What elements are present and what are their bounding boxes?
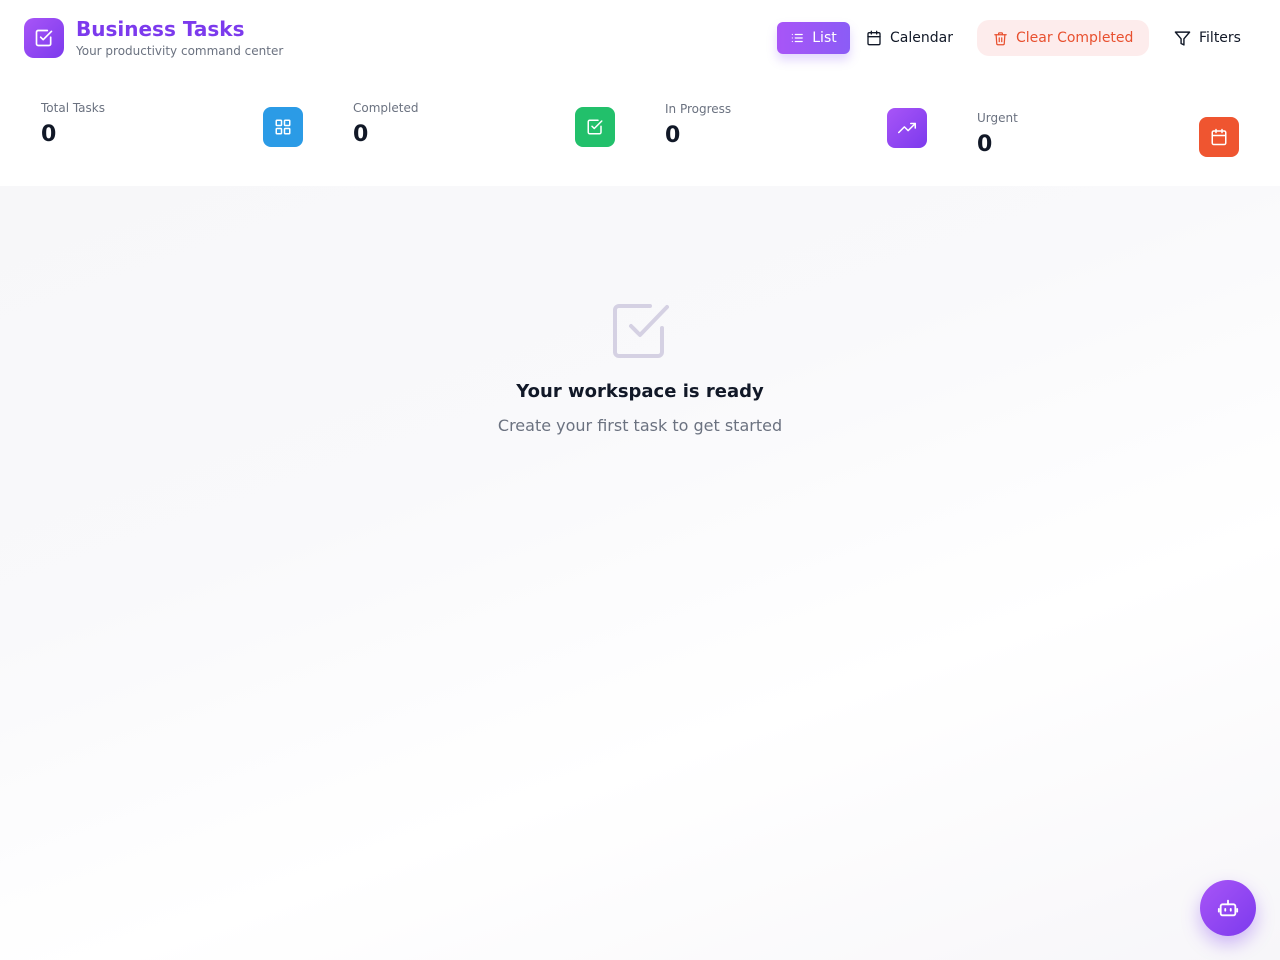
stat-label: Urgent [977, 111, 1018, 125]
stat-label: Total Tasks [41, 101, 105, 115]
stat-value: 0 [977, 132, 993, 157]
check-square-icon [35, 29, 53, 47]
app-title: Business Tasks [76, 17, 245, 41]
trending-up-icon [898, 122, 916, 134]
top-bar: Business Tasks Your productivity command… [0, 0, 1280, 186]
clear-completed-label: Clear Completed [1016, 30, 1134, 46]
stat-value: 0 [41, 122, 57, 147]
empty-state-subtitle: Create your first task to get started [497, 416, 783, 435]
filter-icon [1174, 30, 1191, 46]
filters-label: Filters [1199, 30, 1241, 46]
trash-icon [994, 31, 1007, 45]
check-square-icon [587, 119, 603, 135]
check-square-icon [613, 304, 669, 358]
stat-icon-badge [1199, 117, 1239, 157]
calendar-view-button[interactable]: Calendar [866, 22, 953, 54]
clear-completed-button[interactable]: Clear Completed [977, 20, 1150, 56]
stat-value: 0 [353, 122, 369, 147]
calendar-view-label: Calendar [890, 30, 953, 46]
stat-label: Completed [353, 101, 419, 115]
empty-state-title: Your workspace is ready [516, 381, 764, 402]
calendar-icon [867, 30, 881, 46]
stat-value: 0 [665, 123, 681, 148]
assistant-fab-button[interactable] [1200, 880, 1256, 936]
calendar-icon [1211, 128, 1227, 146]
app-subtitle: Your productivity command center [76, 44, 284, 58]
filters-button[interactable]: Filters [1174, 22, 1241, 54]
stat-icon-badge [887, 108, 927, 148]
stat-icon-badge [575, 107, 615, 147]
list-view-label: List [812, 30, 837, 46]
list-view-button[interactable]: List [777, 22, 850, 54]
grid-icon [275, 119, 291, 135]
stat-icon-badge [263, 107, 303, 147]
list-icon [792, 33, 804, 43]
bot-icon [1217, 899, 1239, 917]
app-logo [24, 18, 64, 58]
stat-label: In Progress [665, 102, 732, 116]
